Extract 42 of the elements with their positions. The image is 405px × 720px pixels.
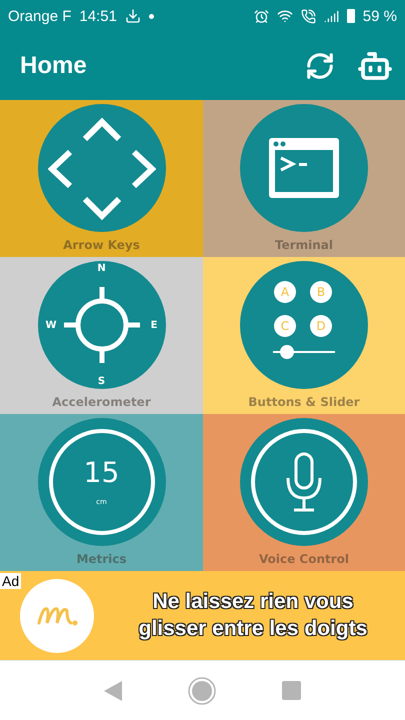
feature-tile[interactable]: A B C D Buttons & Slider [203, 257, 405, 414]
letter-button-icon: B [310, 281, 332, 303]
microphone-icon [284, 452, 324, 512]
east-label: E [150, 320, 158, 330]
letter-button-icon: D [310, 315, 332, 337]
download-icon [124, 8, 141, 24]
feature-tile[interactable]: Voice Control [203, 414, 405, 571]
ring-icon [250, 428, 358, 536]
feature-tile[interactable]: N E S W Accelerometer [0, 257, 203, 414]
battery-percent: 59 % [362, 8, 397, 24]
notification-dot-icon [148, 14, 154, 18]
signal-icon [324, 8, 339, 24]
home-icon[interactable] [188, 676, 216, 704]
north-label: N [97, 263, 106, 274]
letter-button-icon: A [274, 281, 296, 303]
tile-label: Buttons & Slider [248, 395, 360, 409]
ring-icon [48, 428, 156, 536]
battery-icon [346, 9, 355, 23]
screen-title: Home [20, 52, 88, 80]
feature-tile[interactable]: Arrow Keys [0, 100, 203, 257]
clock-time: 14:51 [79, 8, 117, 24]
phone-icon [300, 8, 316, 24]
south-label: S [98, 376, 106, 387]
back-icon[interactable] [104, 680, 122, 700]
feature-tile[interactable]: Terminal [203, 100, 405, 257]
west-label: W [46, 320, 57, 330]
letter-button-icon: C [274, 315, 296, 337]
wifi-icon [276, 8, 293, 24]
refresh-icon[interactable] [305, 51, 335, 81]
tile-label: Terminal [274, 238, 334, 252]
terminal-icon [267, 136, 341, 200]
carrier-name: Orange F [8, 8, 72, 24]
ad-badge: Ad [0, 573, 22, 589]
alarm-icon [254, 8, 269, 24]
ad-text: Ne laissez rien vous glisser entre les doigts [138, 589, 368, 642]
tile-label: Accelerometer [52, 395, 151, 409]
slider-icon [273, 345, 335, 359]
metric-value: 15 [84, 456, 120, 489]
tile-label: Metrics [76, 552, 127, 566]
tile-label: Voice Control [258, 552, 350, 566]
tile-label: Arrow Keys [63, 238, 140, 252]
ad-banner[interactable]: Ad Ne laissez rien vous glisser entre les doigts [0, 571, 405, 660]
